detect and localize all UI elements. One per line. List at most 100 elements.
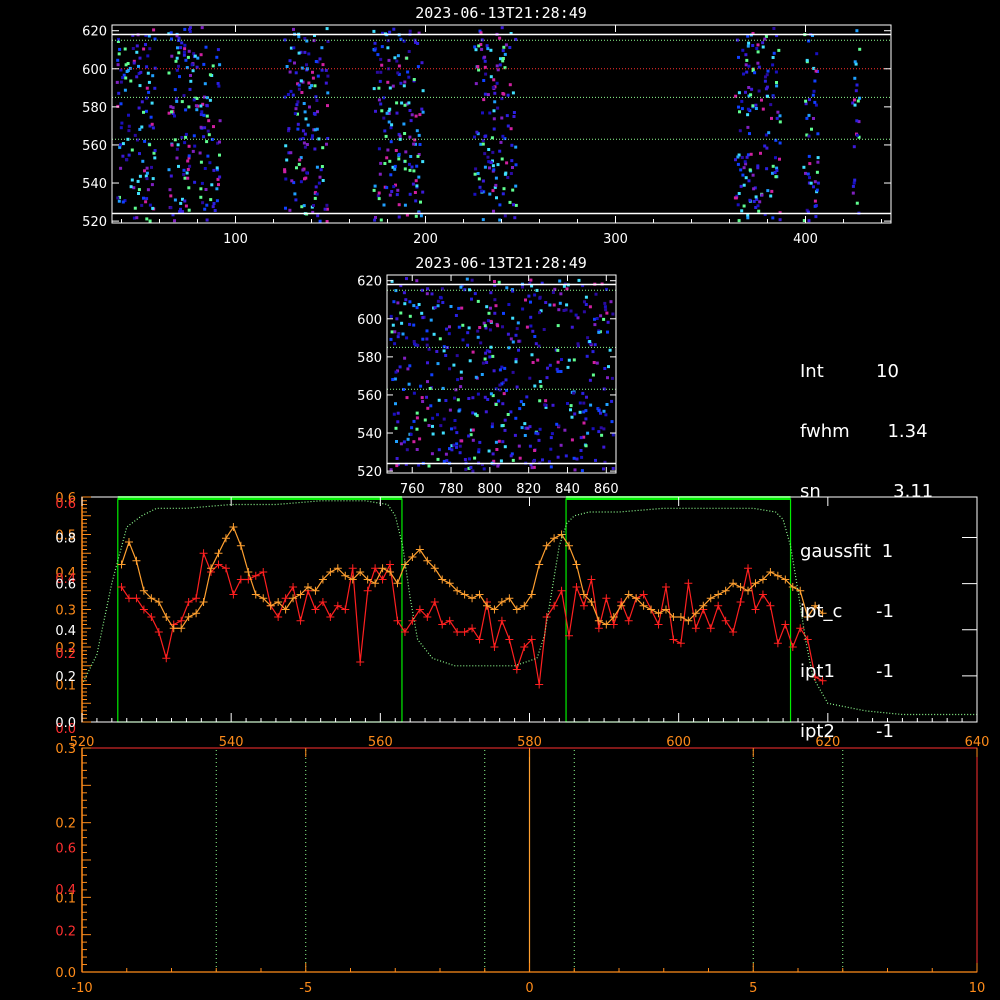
- heatmap-pixel: [816, 181, 820, 185]
- data-point: [661, 583, 670, 591]
- data-point: [535, 560, 544, 569]
- heatmap-pixel: [495, 81, 499, 85]
- heatmap-pixel: [515, 327, 519, 331]
- heatmap-pixel: [814, 204, 818, 208]
- heatmap-pixel: [471, 350, 475, 354]
- data-point: [468, 624, 477, 633]
- heatmap-pixel: [399, 311, 403, 315]
- heatmap-pixel: [457, 409, 461, 413]
- heatmap-pixel: [537, 438, 541, 442]
- heatmap-pixel: [450, 448, 454, 452]
- heatmap-pixel: [592, 361, 596, 364]
- heatmap-pixel: [144, 43, 147, 46]
- heatmap-pixel: [420, 107, 424, 111]
- heatmap-pixel: [394, 426, 398, 430]
- data-point: [430, 598, 439, 606]
- heatmap-pixel: [775, 169, 779, 172]
- heatmap-pixel: [604, 413, 608, 417]
- heatmap-pixel: [139, 70, 143, 74]
- heatmap-pixel: [492, 78, 496, 82]
- heatmap-pixel: [182, 172, 186, 176]
- heatmap-pixel: [459, 385, 463, 389]
- heatmap-pixel: [576, 316, 580, 320]
- heatmap-pixel: [412, 323, 416, 327]
- heatmap-pixel: [604, 308, 608, 312]
- data-point: [594, 624, 603, 633]
- heatmap-pixel: [498, 149, 502, 153]
- heatmap-pixel: [405, 56, 409, 60]
- heatmap-pixel: [204, 188, 208, 191]
- heatmap-pixel: [395, 457, 399, 460]
- heatmap-pixel: [514, 184, 518, 188]
- heatmap-pixel: [388, 86, 392, 90]
- heatmap-pixel: [808, 176, 811, 180]
- heatmap-pixel: [570, 325, 574, 329]
- heatmap-pixel: [492, 209, 495, 213]
- heatmap-pixel: [312, 204, 315, 207]
- heatmap-pixel: [582, 310, 586, 314]
- heatmap-pixel: [144, 200, 148, 204]
- heatmap-pixel: [289, 89, 293, 93]
- heatmap-pixel: [597, 409, 601, 413]
- heatmap-pixel: [599, 411, 602, 415]
- heatmap-pixel: [218, 153, 221, 157]
- heatmap-pixel: [121, 154, 125, 158]
- heatmap-pixel: [395, 464, 399, 468]
- heatmap-pixel: [771, 164, 775, 168]
- heatmap-pixel: [745, 155, 749, 159]
- heatmap-pixel: [606, 376, 609, 380]
- heatmap-pixel: [448, 367, 451, 371]
- heatmap-pixel: [476, 172, 480, 175]
- heatmap-pixel: [851, 184, 855, 188]
- heatmap-pixel: [579, 436, 583, 440]
- heatmap-pixel: [425, 329, 429, 333]
- heatmap-pixel: [203, 82, 207, 86]
- heatmap-pixel: [392, 27, 396, 31]
- heatmap-pixel: [533, 384, 537, 388]
- heatmap-pixel: [511, 316, 515, 320]
- heatmap-pixel: [467, 326, 471, 330]
- heatmap-pixel: [145, 65, 149, 69]
- y-tick-label: 620: [357, 275, 382, 290]
- heatmap-pixel: [397, 215, 401, 219]
- heatmap-pixel: [212, 202, 216, 205]
- heatmap-pixel: [408, 322, 412, 326]
- heatmap-pixel: [497, 280, 501, 284]
- heatmap-pixel: [738, 129, 742, 133]
- heatmap-pixel: [294, 198, 298, 202]
- heatmap-pixel: [765, 73, 769, 77]
- heatmap-pixel: [398, 134, 402, 138]
- heatmap-pixel: [500, 157, 504, 161]
- heatmap-pixel: [438, 337, 442, 341]
- heatmap-pixel: [289, 151, 293, 155]
- heatmap-pixel: [539, 384, 543, 388]
- heatmap-pixel: [559, 370, 563, 373]
- heatmap-pixel: [749, 152, 753, 156]
- heatmap-pixel: [816, 156, 820, 160]
- heatmap-pixel: [509, 127, 513, 131]
- heatmap-pixel: [481, 179, 485, 183]
- heatmap-pixel: [186, 55, 190, 59]
- heatmap-pixel: [404, 150, 408, 154]
- heatmap-pixel: [119, 143, 122, 147]
- heatmap-pixel: [480, 373, 484, 376]
- heatmap-pixel: [518, 407, 522, 411]
- heatmap-pixel: [199, 125, 203, 129]
- heatmap-pixel: [456, 398, 460, 402]
- data-point: [624, 616, 633, 625]
- heatmap-pixel: [474, 375, 478, 379]
- heatmap-pixel: [138, 56, 142, 60]
- heatmap-pixel: [855, 201, 859, 205]
- heatmap-pixel: [183, 199, 187, 203]
- heatmap-pixel: [506, 176, 510, 179]
- heatmap-pixel: [215, 55, 219, 59]
- heatmap-pixel: [126, 62, 130, 65]
- heatmap-pixel: [770, 189, 774, 193]
- heatmap-pixel: [393, 377, 397, 381]
- heatmap-pixel: [140, 203, 144, 207]
- heatmap-pixel: [377, 86, 381, 90]
- heatmap-pixel: [194, 104, 198, 108]
- heatmap-pixel: [508, 200, 512, 204]
- heatmap-pixel: [418, 437, 422, 441]
- heatmap-pixel: [517, 444, 521, 448]
